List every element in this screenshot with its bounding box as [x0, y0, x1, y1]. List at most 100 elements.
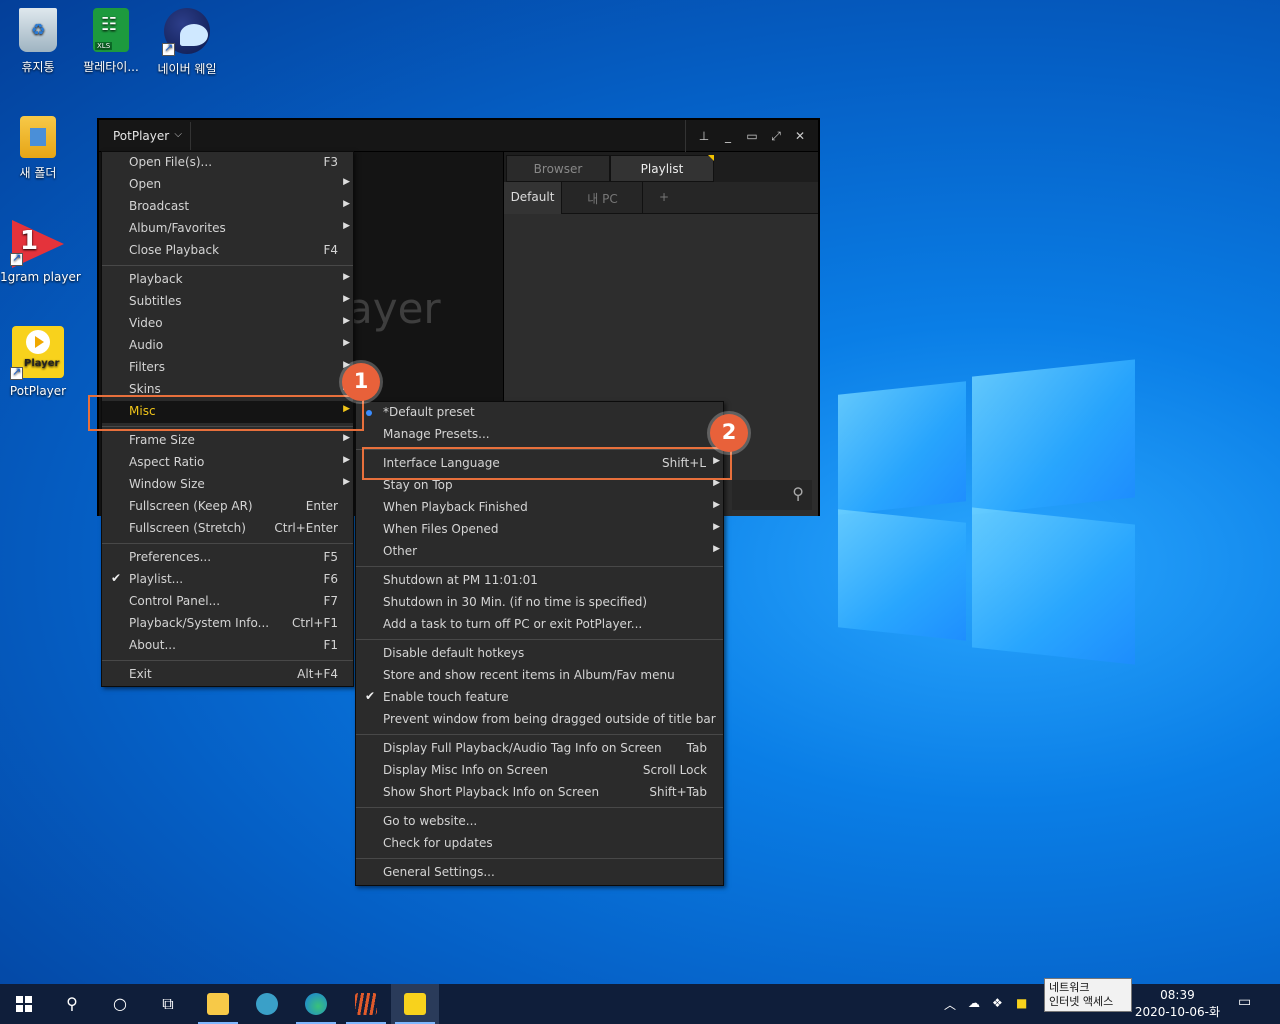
potplayer-icon: Player: [10, 326, 64, 380]
menu-item-playlist[interactable]: ✔ Playlist... F6: [102, 569, 353, 591]
submenu-arrow-icon: ▶: [343, 433, 350, 443]
taskbar-app-potplayer[interactable]: [391, 984, 439, 1024]
menu-item-label: Filters: [129, 360, 165, 374]
notes-icon[interactable]: ■: [1016, 996, 1027, 1010]
menu-item-shortcut: Alt+F4: [297, 667, 338, 681]
dropbox-icon[interactable]: ❖: [992, 996, 1003, 1010]
highlight-box-misc: [88, 395, 364, 431]
menu-item-playback[interactable]: Playback ▶: [102, 269, 353, 291]
panel-tabs: Browser Playlist: [504, 152, 818, 182]
menu-item-playback-system-info[interactable]: Playback/System Info... Ctrl+F1: [102, 613, 353, 635]
search-icon[interactable]: ⚲: [792, 484, 804, 503]
chevron-up-icon[interactable]: ︿: [944, 996, 956, 1013]
menu-item-about[interactable]: About... F1: [102, 635, 353, 657]
maximize-icon[interactable]: ▭: [740, 129, 764, 143]
pin-icon[interactable]: ⊥: [692, 129, 716, 143]
menu-item-close-playback[interactable]: Close Playback F4: [102, 240, 353, 262]
system-clock[interactable]: 08:39 2020-10-06-화: [1135, 987, 1220, 1021]
menu-item-fullscreen-keep-ar[interactable]: Fullscreen (Keep AR) Enter: [102, 496, 353, 518]
subtab-default[interactable]: Default: [504, 182, 562, 214]
menu-item-label: Close Playback: [129, 243, 220, 257]
window-controls: ⊥ _ ▭ ⤢ ✕: [685, 120, 812, 152]
menu-item-show-short-playback-info-on-screen[interactable]: Show Short Playback Info on Screen Shift+…: [356, 782, 723, 804]
menu-item-label: Open: [129, 177, 162, 191]
taskbar-app-file-explorer[interactable]: [194, 984, 242, 1024]
desktop-icon-1gram-player[interactable]: 1 1gram player: [0, 220, 81, 284]
menu-item-when-playback-finished[interactable]: When Playback Finished ▶: [356, 497, 723, 519]
menu-item-preferences[interactable]: Preferences... F5: [102, 547, 353, 569]
menu-item-label: Window Size: [129, 477, 205, 491]
menu-item-other[interactable]: Other ▶: [356, 541, 723, 563]
submenu-arrow-icon: ▶: [343, 272, 350, 282]
menu-item-filters[interactable]: Filters ▶: [102, 357, 353, 379]
taskbar-app-whale[interactable]: [243, 984, 291, 1024]
menu-item-shutdown-at-pm-11-01-01[interactable]: Shutdown at PM 11:01:01: [356, 570, 723, 592]
callout-badge-2: 2: [710, 414, 748, 452]
menu-item-shortcut: F5: [323, 550, 338, 564]
desktop-icon-spreadsheet[interactable]: ☷ XLS 팔레타이...: [73, 8, 149, 75]
menu-item-label: Add a task to turn off PC or exit PotPla…: [383, 617, 643, 631]
menu-item-prevent-window-from-being-dragged-outside-of-title-bar[interactable]: Prevent window from being dragged outsid…: [356, 709, 723, 731]
title-bar[interactable]: PotPlayer ⌵ ⊥ _ ▭ ⤢ ✕: [99, 120, 818, 152]
menu-separator: [102, 543, 353, 544]
minimize-icon[interactable]: _: [716, 129, 740, 143]
submenu-arrow-icon: ▶: [343, 294, 350, 304]
menu-item-add-a-task-to-turn-off-pc-or-exit-potplayer[interactable]: Add a task to turn off PC or exit PotPla…: [356, 614, 723, 636]
desktop-icon-potplayer[interactable]: Player PotPlayer: [0, 326, 76, 398]
menu-item-fullscreen-stretch[interactable]: Fullscreen (Stretch) Ctrl+Enter: [102, 518, 353, 540]
menu-item-display-misc-info-on-screen[interactable]: Display Misc Info on Screen Scroll Lock: [356, 760, 723, 782]
menu-item-check-for-updates[interactable]: Check for updates: [356, 833, 723, 855]
menu-item-video[interactable]: Video ▶: [102, 313, 353, 335]
menu-item-when-files-opened[interactable]: When Files Opened ▶: [356, 519, 723, 541]
playlist-search[interactable]: ⚲: [732, 480, 812, 510]
menu-item-shutdown-in-30-min-if-no-time-is-specified[interactable]: Shutdown in 30 Min. (if no time is speci…: [356, 592, 723, 614]
submenu-arrow-icon: ▶: [713, 522, 720, 532]
menu-item-broadcast[interactable]: Broadcast ▶: [102, 196, 353, 218]
fullscreen-icon[interactable]: ⤢: [764, 129, 788, 144]
menu-item-label: Skins: [129, 382, 161, 396]
menu-item-default-preset[interactable]: *Default preset: [356, 402, 723, 424]
menu-item-general-settings[interactable]: General Settings...: [356, 862, 723, 884]
menu-item-disable-default-hotkeys[interactable]: Disable default hotkeys: [356, 643, 723, 665]
close-icon[interactable]: ✕: [788, 129, 812, 143]
menu-item-frame-size[interactable]: Frame Size ▶: [102, 430, 353, 452]
taskbar-app-edge[interactable]: [292, 984, 340, 1024]
desktop-icon-folder[interactable]: 새 폴더: [0, 116, 76, 181]
menu-item-store-and-show-recent-items-in-album-fav-menu[interactable]: Store and show recent items in Album/Fav…: [356, 665, 723, 687]
windows-start-icon: [16, 996, 32, 1012]
tab-playlist[interactable]: Playlist: [610, 155, 714, 182]
menu-item-subtitles[interactable]: Subtitles ▶: [102, 291, 353, 313]
add-tab-button[interactable]: +: [654, 182, 674, 214]
menu-item-open-file-s[interactable]: Open File(s)... F3: [102, 152, 353, 174]
start-button[interactable]: [0, 984, 48, 1024]
desktop-icon-whale[interactable]: 네이버 웨일: [149, 8, 225, 77]
subtab-my-pc[interactable]: 내 PC: [563, 182, 643, 214]
search-button[interactable]: ⚲: [48, 984, 96, 1024]
notification-icon[interactable]: ▭: [1238, 994, 1251, 1010]
desktop-icon-label: 휴지통: [21, 60, 55, 74]
menu-item-go-to-website[interactable]: Go to website...: [356, 811, 723, 833]
menu-item-display-full-playback-audio-tag-info-on-screen[interactable]: Display Full Playback/Audio Tag Info on …: [356, 738, 723, 760]
whale-browser-icon: [162, 8, 210, 56]
desktop-icon-recycle-bin[interactable]: ♻ 휴지통: [0, 8, 76, 75]
menu-item-album-favorites[interactable]: Album/Favorites ▶: [102, 218, 353, 240]
menu-item-control-panel[interactable]: Control Panel... F7: [102, 591, 353, 613]
menu-item-manage-presets[interactable]: Manage Presets...: [356, 424, 723, 446]
menu-item-exit[interactable]: Exit Alt+F4: [102, 664, 353, 686]
task-view-button[interactable]: ⧉: [144, 984, 192, 1024]
submenu-arrow-icon: ▶: [343, 455, 350, 465]
menu-item-window-size[interactable]: Window Size ▶: [102, 474, 353, 496]
menu-item-enable-touch-feature[interactable]: ✔ Enable touch feature: [356, 687, 723, 709]
cortana-button[interactable]: ○: [96, 984, 144, 1024]
spreadsheet-icon: ☷ XLS: [93, 8, 129, 52]
menu-item-label: Playlist...: [129, 572, 184, 586]
taskbar-app-other[interactable]: [342, 984, 390, 1024]
menu-item-label: Preferences...: [129, 550, 212, 564]
app-menu-button[interactable]: PotPlayer ⌵: [103, 122, 191, 150]
tab-browser[interactable]: Browser: [506, 155, 610, 182]
onedrive-icon[interactable]: ☁: [968, 996, 980, 1010]
menu-item-open[interactable]: Open ▶: [102, 174, 353, 196]
menu-item-aspect-ratio[interactable]: Aspect Ratio ▶: [102, 452, 353, 474]
menu-item-label: Other: [383, 544, 418, 558]
menu-item-audio[interactable]: Audio ▶: [102, 335, 353, 357]
